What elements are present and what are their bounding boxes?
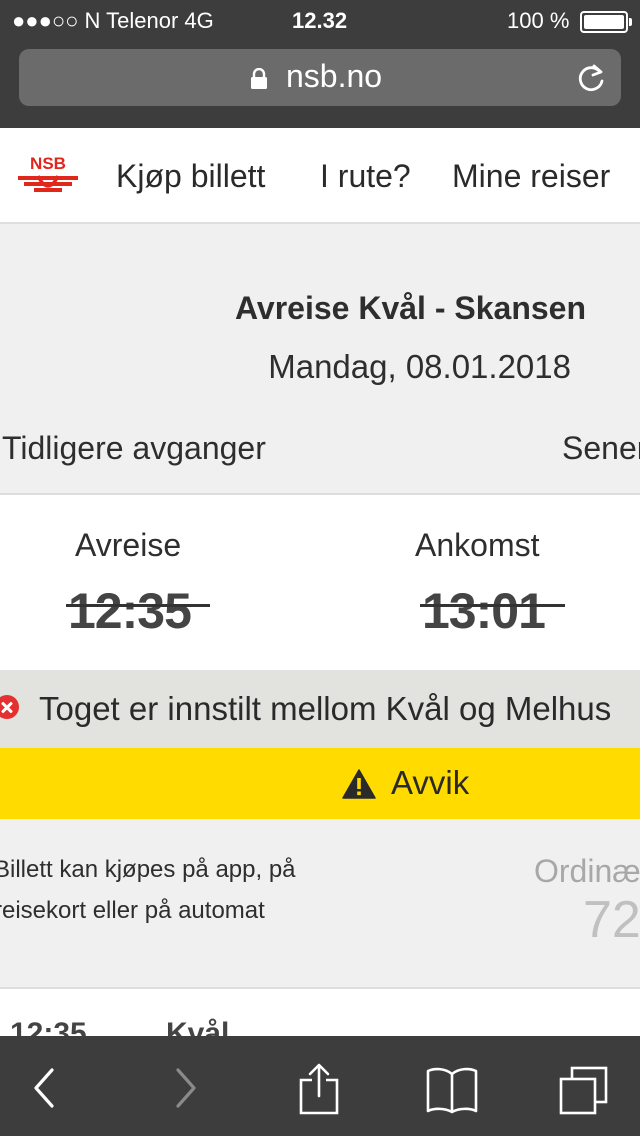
later-departures-link[interactable]: Sener [562, 430, 640, 467]
forward-icon[interactable] [172, 1066, 200, 1110]
battery-icon [580, 11, 632, 33]
arrival-strikethrough [420, 604, 565, 607]
price-value: 72 [583, 891, 640, 949]
arrival-label: Ankomst [415, 527, 540, 563]
lock-icon [251, 68, 267, 89]
bookmarks-icon[interactable] [425, 1066, 479, 1114]
nav-my-trips[interactable]: Mine reiser [452, 158, 610, 195]
reload-icon[interactable] [576, 62, 606, 94]
cancellation-text: Toget er innstilt mellom Kvål og Melhus [39, 690, 612, 727]
url-text[interactable]: nsb.no [286, 58, 382, 95]
warning-icon [342, 769, 376, 799]
back-icon[interactable] [30, 1066, 58, 1110]
deviation-banner[interactable] [0, 748, 640, 819]
tabs-icon[interactable] [558, 1066, 610, 1118]
status-time: 12.32 [292, 8, 348, 33]
page-title: Avreise Kvål - Skansen [235, 290, 586, 326]
price-label: Ordinæ [534, 853, 640, 889]
nav-on-time[interactable]: I rute? [320, 158, 411, 195]
svg-text:NSB: NSB [30, 154, 66, 173]
deviation-label[interactable]: Avvik [391, 764, 469, 802]
departure-strikethrough [66, 604, 210, 607]
nav-buy-ticket[interactable]: Kjøp billett [116, 158, 265, 195]
journey-date: Mandag, 08.01.2018 [268, 348, 571, 385]
share-icon[interactable] [298, 1062, 340, 1116]
ticket-purchase-info: Billett kan kjøpes på app, på reisekort … [0, 856, 296, 924]
departure-time: 12:35 [68, 583, 192, 639]
earlier-departures-link[interactable]: Tidligere avganger [2, 430, 266, 467]
arrival-time: 13:01 [422, 583, 546, 639]
nsb-logo[interactable]: NSB [16, 152, 80, 198]
carrier-signal: ●●●○○ N Telenor 4G [12, 8, 214, 33]
departure-label: Avreise [75, 527, 182, 563]
battery-percent: 100 % [507, 8, 570, 33]
